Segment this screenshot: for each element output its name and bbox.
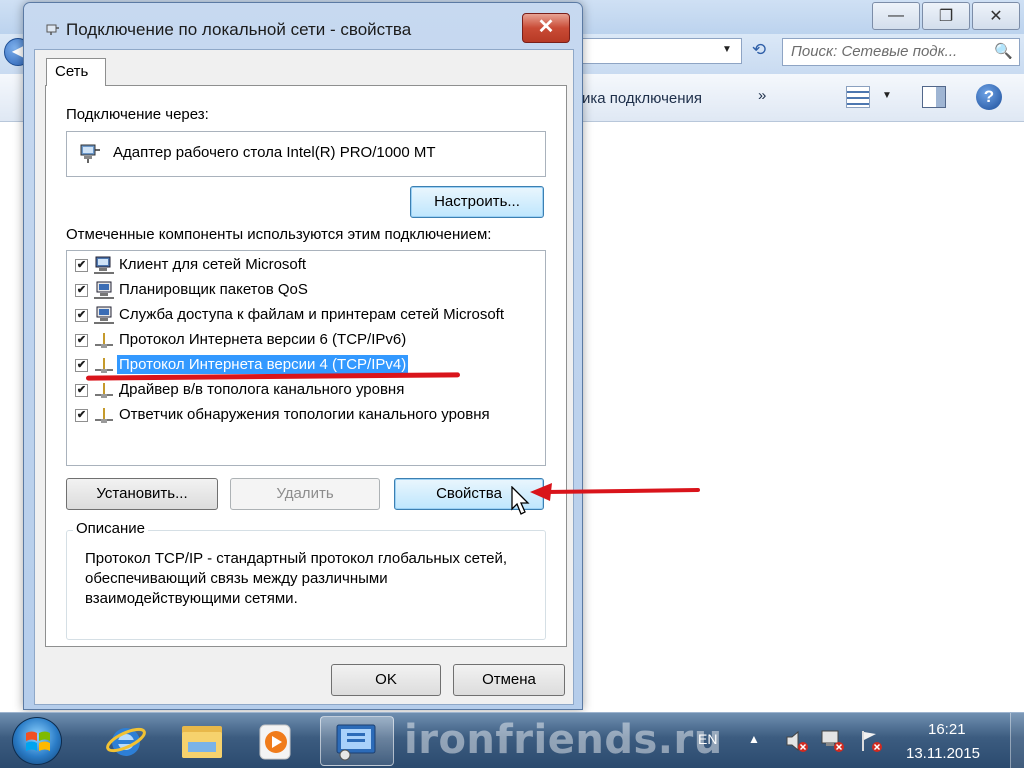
properties-dialog: Подключение по локальной сети - свойства… — [23, 2, 583, 710]
component-checkbox[interactable]: ✔ — [75, 384, 88, 397]
start-button[interactable] — [12, 717, 62, 765]
install-button[interactable]: Установить... — [66, 478, 218, 510]
component-checkbox[interactable]: ✔ — [75, 284, 88, 297]
description-group: Описание Протокол TCP/IP - стандартный п… — [66, 520, 546, 640]
protocol-icon — [95, 358, 113, 373]
network-disconnected-icon[interactable] — [820, 728, 846, 754]
protocol-icon — [95, 383, 113, 398]
component-checkbox[interactable]: ✔ — [75, 359, 88, 372]
list-item[interactable]: ✔ Служба доступа к файлам и принтерам сет… — [67, 303, 543, 327]
close-icon: ✕ — [537, 16, 555, 38]
component-checkbox[interactable]: ✔ — [75, 409, 88, 422]
network-connection-icon — [46, 24, 59, 35]
remove-button[interactable]: Удалить — [230, 478, 380, 510]
description-text: Протокол TCP/IP - стандартный протокол г… — [85, 550, 508, 607]
list-item[interactable]: ✔ Ответчик обнаружения топологии канально… — [67, 403, 543, 427]
protocol-icon — [95, 333, 113, 348]
component-label: Ответчик обнаружения топологии канальног… — [119, 406, 490, 423]
component-label: Служба доступа к файлам и принтерам сете… — [119, 306, 505, 323]
language-indicator[interactable]: EN — [698, 731, 717, 747]
show-hidden-icons-icon[interactable]: ▲ — [748, 732, 760, 746]
component-label: Протокол Интернета версии 6 (TCP/IPv6) — [119, 331, 407, 348]
clock-time[interactable]: 16:21 — [928, 721, 966, 738]
annotation-arrow-icon — [530, 483, 700, 501]
components-list[interactable]: ✔ Клиент для сетей Microsoft ✔ Планировщик … — [66, 250, 546, 466]
network-service-icon — [94, 281, 114, 299]
taskbar-explorer[interactable] — [172, 716, 232, 766]
clock-date[interactable]: 13.11.2015 — [906, 745, 980, 762]
dialog-title: Подключение по локальной сети - свойства — [66, 20, 412, 39]
network-client-icon — [94, 256, 114, 274]
maximize-button[interactable]: ❐ — [922, 2, 970, 30]
configure-button[interactable]: Настроить... — [410, 186, 544, 218]
component-checkbox[interactable]: ✔ — [75, 309, 88, 322]
command-bar-item[interactable]: ика подключения — [582, 90, 702, 107]
search-input[interactable]: Поиск: Сетевые подк... — [782, 38, 1020, 66]
mouse-cursor-icon — [511, 486, 530, 515]
component-checkbox[interactable]: ✔ — [75, 259, 88, 272]
views-dropdown-icon[interactable]: ▼ — [882, 90, 892, 101]
help-icon[interactable]: ? — [976, 84, 1002, 110]
watermark: ironfriends.ru — [404, 717, 723, 763]
folder-icon — [182, 726, 222, 758]
connect-via-label: Подключение через: — [66, 106, 209, 123]
component-label: Клиент для сетей Microsoft — [119, 256, 307, 273]
minimize-button[interactable]: — — [872, 2, 920, 30]
network-center-icon — [336, 724, 376, 761]
component-label: Протокол Интернета версии 4 (TCP/IPv4) — [117, 355, 409, 374]
network-adapter-icon — [80, 144, 100, 163]
components-label: Отмеченные компоненты используются этим … — [66, 226, 492, 243]
address-dropdown-icon[interactable]: ▼ — [722, 44, 732, 55]
windows-logo-icon — [26, 731, 50, 751]
preview-pane-icon[interactable] — [922, 86, 946, 108]
taskbar-internet-explorer[interactable] — [96, 716, 156, 766]
tab-panel-network: Подключение через: Адаптер рабочего стол… — [45, 85, 567, 647]
component-label: Планировщик пакетов QoS — [119, 281, 308, 298]
taskbar: ironfriends.ru EN ▲ 16:21 13.11.2015 — [0, 712, 1024, 768]
adapter-name: Адаптер рабочего стола Intel(R) PRO/1000… — [113, 144, 436, 161]
action-center-flag-icon[interactable] — [858, 728, 884, 754]
refresh-icon[interactable]: ⟲ — [744, 40, 774, 64]
internet-explorer-icon — [106, 727, 146, 756]
cancel-button[interactable]: Отмена — [453, 664, 565, 696]
list-item[interactable]: ✔ Клиент для сетей Microsoft — [67, 253, 543, 277]
command-bar-more-button[interactable]: » — [758, 87, 766, 104]
adapter-box: Адаптер рабочего стола Intel(R) PRO/1000… — [66, 131, 546, 177]
taskbar-network-center[interactable] — [320, 716, 394, 766]
component-checkbox[interactable]: ✔ — [75, 334, 88, 347]
protocol-icon — [95, 408, 113, 423]
views-icon[interactable] — [846, 86, 870, 108]
restore-icon: ❐ — [938, 8, 954, 25]
address-field[interactable] — [582, 38, 742, 64]
list-item[interactable]: ✔ Планировщик пакетов QoS — [67, 278, 543, 302]
taskbar-media-player[interactable] — [246, 716, 306, 766]
minimize-icon: — — [888, 7, 904, 24]
background-close-button[interactable]: ✕ — [972, 2, 1020, 30]
volume-muted-icon[interactable] — [784, 728, 810, 754]
tab-network[interactable]: Сеть — [46, 58, 106, 86]
component-label: Драйвер в/в тополога канального уровня — [119, 381, 405, 398]
list-item[interactable]: ✔ Протокол Интернета версии 6 (TCP/IPv6) — [67, 328, 543, 352]
network-service-icon — [94, 306, 114, 324]
show-desktop-button[interactable] — [1010, 713, 1024, 768]
dialog-close-button[interactable]: ✕ — [522, 13, 570, 43]
media-player-icon — [259, 724, 291, 760]
search-icon[interactable]: 🔍 — [994, 42, 1013, 60]
description-legend: Описание — [73, 520, 149, 537]
close-icon: ✕ — [989, 8, 1003, 25]
list-item[interactable]: ✔ Драйвер в/в тополога канального уровня — [67, 378, 543, 402]
ok-button[interactable]: OK — [331, 664, 441, 696]
